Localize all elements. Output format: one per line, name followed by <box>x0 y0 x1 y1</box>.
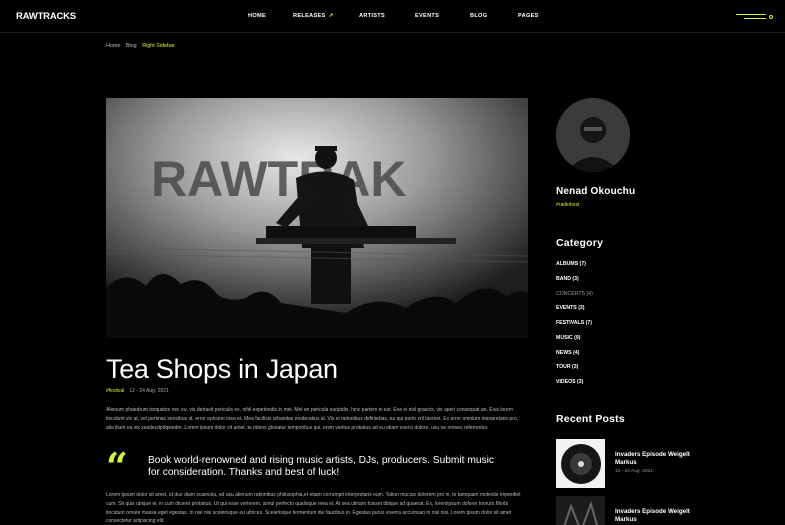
category-item-festivals[interactable]: FESTIVALS (7) <box>556 319 593 334</box>
breadcrumb-current: Right Sidebar <box>142 43 175 49</box>
recent-post-date: 12 - 24 Aug. 2021 <box>615 469 653 474</box>
nav-releases-label: RELEASES <box>293 13 326 19</box>
nav-blog[interactable]: BLOG <box>470 13 487 19</box>
hero-banner-text: RAWTRAK <box>151 151 407 207</box>
arrow-up-right-icon: ↗ <box>328 13 334 19</box>
author-tag[interactable]: #radiohost <box>556 202 579 208</box>
hamburger-menu-icon[interactable] <box>736 12 776 22</box>
category-item-news[interactable]: NEWS (4) <box>556 349 593 364</box>
category-item-videos[interactable]: VIDEOS (3) <box>556 378 593 393</box>
recent-post-item[interactable]: Invaders Episode Weigelt Markus <box>556 496 706 525</box>
category-item-albums[interactable]: ALBUMS (7) <box>556 260 593 275</box>
author-avatar[interactable] <box>556 98 630 172</box>
recent-post-title[interactable]: Invaders Episode Weigelt Markus <box>615 508 695 523</box>
category-item-band[interactable]: BAND (3) <box>556 275 593 290</box>
site-header: RAWTRACKS HOME RELEASES ↗ ARTISTS EVENTS … <box>0 0 785 33</box>
nav-artists[interactable]: ARTISTS <box>359 13 385 19</box>
nav-events[interactable]: EVENTS <box>415 13 439 19</box>
nav-home[interactable]: HOME <box>248 13 266 19</box>
category-item-events[interactable]: EVENTS (3) <box>556 304 593 319</box>
category-list: ALBUMS (7) BAND (3) CONCERTS (4) EVENTS … <box>556 260 593 393</box>
site-logo[interactable]: RAWTRACKS <box>16 11 76 22</box>
category-item-tour[interactable]: TOUR (3) <box>556 363 593 378</box>
breadcrumb: Home Blog Right Sidebar <box>106 43 179 49</box>
recent-post-title[interactable]: Invaders Episode Weigelt Markus <box>615 451 695 466</box>
recent-post-item[interactable]: Invaders Episode Weigelt Markus 12 - 24 … <box>556 439 706 489</box>
quote-icon: “ <box>106 444 128 489</box>
recent-posts-heading: Recent Posts <box>556 413 625 425</box>
breadcrumb-blog[interactable]: Blog <box>126 43 137 49</box>
category-heading: Category <box>556 237 604 249</box>
author-name[interactable]: Nenad Okouchu <box>556 186 635 197</box>
post-body-paragraph: Lorem ipsum dolor sit amet, id duo diam … <box>106 492 521 525</box>
category-item-concerts[interactable]: CONCERTS (4) <box>556 290 593 305</box>
post-date: 12 - 24 Aug. 2021 <box>129 388 169 394</box>
recent-post-thumbnail[interactable] <box>556 496 605 525</box>
recent-post-thumbnail[interactable] <box>556 439 605 488</box>
nav-releases[interactable]: RELEASES ↗ <box>293 13 334 19</box>
post-title: Tea Shops in Japan <box>106 354 338 384</box>
post-hero-image: RAWTRAK <box>106 98 528 338</box>
post-blockquote: Book world-renowned and rising music art… <box>148 455 494 478</box>
category-item-music[interactable]: MUSIC (9) <box>556 334 593 349</box>
post-meta: #festival 12 - 24 Aug. 2021 <box>106 388 169 394</box>
post-tag[interactable]: #festival <box>106 388 124 394</box>
breadcrumb-home[interactable]: Home <box>106 43 120 49</box>
nav-pages[interactable]: PAGES <box>518 13 539 19</box>
post-intro-paragraph: Alienum phaedrum torquatos nec eu, vis d… <box>106 407 519 431</box>
